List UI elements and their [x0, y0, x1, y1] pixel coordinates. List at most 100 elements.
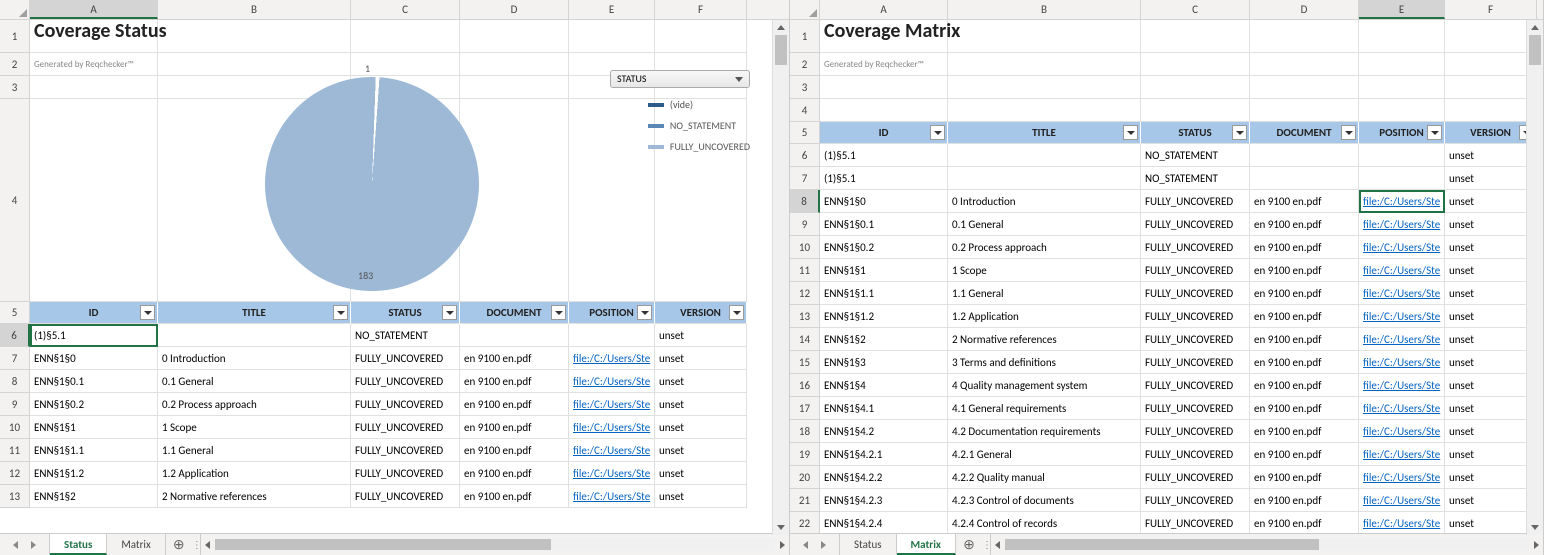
row-header-20[interactable]: 20 [790, 466, 820, 489]
cell[interactable]: en 9100 en.pdf [460, 462, 569, 485]
cell[interactable]: en 9100 en.pdf [1250, 259, 1359, 282]
cell[interactable]: 3 Terms and definitions [948, 351, 1141, 374]
scroll-up-icon[interactable] [1527, 20, 1543, 35]
cell[interactable]: FULLY_UNCOVERED [1141, 420, 1250, 443]
cell[interactable] [948, 167, 1141, 190]
cell[interactable]: file:/C:/Users/Ste [1359, 512, 1445, 533]
file-link[interactable]: file:/C:/Users/Ste [1363, 310, 1440, 323]
cell[interactable]: 4.2.2 Quality manual [948, 466, 1141, 489]
sheet-tab-status[interactable]: Status [840, 534, 897, 555]
cell[interactable]: 4.2.4 Control of records [948, 512, 1141, 533]
row-header-18[interactable]: 18 [790, 420, 820, 443]
col-header-F[interactable]: F [1445, 0, 1537, 19]
chevron-left-icon[interactable] [803, 541, 808, 549]
cell[interactable]: ENN§1§4.2.4 [820, 512, 948, 533]
cell[interactable]: unset [655, 324, 747, 347]
cell[interactable]: FULLY_UNCOVERED [1141, 190, 1250, 213]
cell[interactable]: en 9100 en.pdf [460, 439, 569, 462]
cell[interactable]: unset [1445, 282, 1537, 305]
row-header-4[interactable]: 4 [790, 99, 820, 122]
select-all-corner[interactable] [0, 0, 30, 19]
cell[interactable]: unset [655, 485, 747, 508]
row-header-10[interactable]: 10 [790, 236, 820, 259]
cell[interactable]: 1.2 Application [158, 462, 351, 485]
cell[interactable]: ENN§1§0.2 [30, 393, 158, 416]
cell[interactable]: NO_STATEMENT [1141, 144, 1250, 167]
cell[interactable]: file:/C:/Users/Ste [1359, 489, 1445, 512]
cell[interactable]: FULLY_UNCOVERED [351, 370, 460, 393]
filter-button-icon[interactable] [333, 305, 348, 320]
cell[interactable]: 0.1 General [948, 213, 1141, 236]
header-position[interactable]: POSITION [569, 302, 655, 324]
row-header-3[interactable]: 3 [790, 76, 820, 99]
header-id[interactable]: ID [820, 122, 948, 144]
cell[interactable]: file:/C:/Users/Ste [1359, 397, 1445, 420]
cell[interactable] [948, 144, 1141, 167]
file-link[interactable]: file:/C:/Users/Ste [573, 490, 650, 503]
header-title[interactable]: TITLE [158, 302, 351, 324]
col-header-E[interactable]: E [569, 0, 655, 19]
cell[interactable]: FULLY_UNCOVERED [1141, 259, 1250, 282]
cell[interactable]: unset [1445, 351, 1537, 374]
cell[interactable]: FULLY_UNCOVERED [1141, 328, 1250, 351]
file-link[interactable]: file:/C:/Users/Ste [573, 398, 650, 411]
cell[interactable]: file:/C:/Users/Ste [1359, 351, 1445, 374]
col-header-D[interactable]: D [460, 0, 569, 19]
header-status[interactable]: STATUS [351, 302, 460, 324]
cell[interactable]: FULLY_UNCOVERED [1141, 512, 1250, 533]
page-subtitle[interactable]: Generated by Reqchecker™ [820, 53, 948, 76]
file-link[interactable]: file:/C:/Users/Ste [1363, 471, 1440, 484]
header-version[interactable]: VERSION [1445, 122, 1537, 144]
chevron-right-icon[interactable] [821, 541, 826, 549]
cell[interactable]: FULLY_UNCOVERED [1141, 351, 1250, 374]
cell[interactable]: ENN§1§1.1 [30, 439, 158, 462]
file-link[interactable]: file:/C:/Users/Ste [1363, 264, 1440, 277]
cell[interactable]: en 9100 en.pdf [1250, 466, 1359, 489]
cell[interactable]: 1.1 General [158, 439, 351, 462]
sheet-nav-buttons[interactable] [790, 534, 840, 555]
cell[interactable] [1359, 167, 1445, 190]
scroll-right-icon[interactable] [1529, 534, 1543, 555]
filter-button-icon[interactable] [1232, 125, 1247, 140]
cell[interactable]: 1.2 Application [948, 305, 1141, 328]
cell[interactable]: FULLY_UNCOVERED [351, 462, 460, 485]
cell[interactable]: file:/C:/Users/Ste [569, 347, 655, 370]
cell[interactable]: ENN§1§1.2 [820, 305, 948, 328]
cell[interactable]: unset [655, 439, 747, 462]
cell[interactable]: (1)§5.1 [820, 144, 948, 167]
cell[interactable]: unset [1445, 190, 1537, 213]
cell[interactable]: FULLY_UNCOVERED [1141, 374, 1250, 397]
cell[interactable]: en 9100 en.pdf [1250, 351, 1359, 374]
row-header-5[interactable]: 5 [0, 302, 30, 324]
row-header-2[interactable]: 2 [0, 53, 30, 76]
row-header-19[interactable]: 19 [790, 443, 820, 466]
row-header-4[interactable]: 4 [0, 99, 30, 302]
cell[interactable]: unset [1445, 374, 1537, 397]
row-header-10[interactable]: 10 [0, 416, 30, 439]
cell[interactable]: en 9100 en.pdf [1250, 420, 1359, 443]
select-all-corner[interactable] [790, 0, 820, 19]
row-header-6[interactable]: 6 [0, 324, 30, 347]
splitter-grip[interactable]: ⋮ [982, 534, 990, 555]
file-link[interactable]: file:/C:/Users/Ste [1363, 425, 1440, 438]
cell[interactable]: unset [1445, 466, 1537, 489]
cell[interactable]: FULLY_UNCOVERED [351, 393, 460, 416]
cell[interactable]: file:/C:/Users/Ste [1359, 213, 1445, 236]
cell[interactable]: 0.2 Process approach [948, 236, 1141, 259]
cell[interactable]: en 9100 en.pdf [1250, 236, 1359, 259]
filter-button-icon[interactable] [551, 305, 566, 320]
page-title[interactable]: Coverage Matrix [820, 20, 948, 53]
cell[interactable] [1250, 167, 1359, 190]
row-header-3[interactable]: 3 [0, 76, 30, 99]
cell[interactable]: unset [1445, 489, 1537, 512]
row-header-8[interactable]: 8 [790, 190, 820, 213]
cell[interactable]: FULLY_UNCOVERED [351, 439, 460, 462]
col-header-F[interactable]: F [655, 0, 747, 19]
col-header-D[interactable]: D [1250, 0, 1359, 19]
cell[interactable]: file:/C:/Users/Ste [1359, 443, 1445, 466]
cell[interactable]: unset [655, 416, 747, 439]
cell[interactable]: file:/C:/Users/Ste [1359, 190, 1445, 213]
scroll-down-icon[interactable] [1527, 520, 1543, 535]
row-header-5[interactable]: 5 [790, 122, 820, 144]
cell[interactable]: ENN§1§0 [30, 347, 158, 370]
